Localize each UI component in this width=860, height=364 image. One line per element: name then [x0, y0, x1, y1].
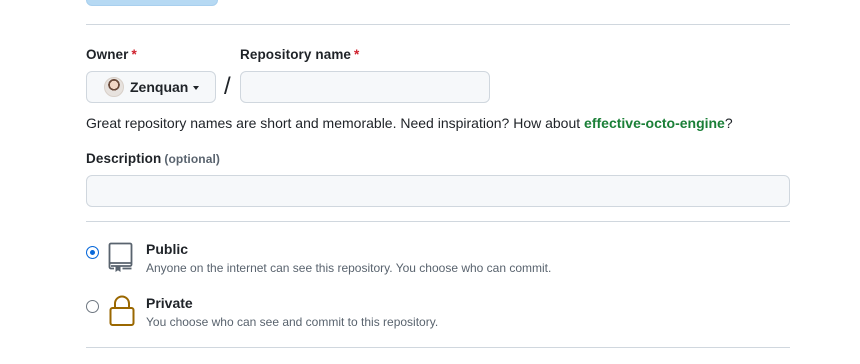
public-radio[interactable] — [86, 246, 99, 259]
repository-name-input[interactable] — [240, 71, 490, 103]
section-divider-middle — [86, 221, 790, 222]
owner-dropdown[interactable]: Zenquan — [86, 71, 216, 103]
private-option-description: You choose who can see and commit to thi… — [146, 315, 439, 329]
chevron-down-icon — [193, 86, 200, 90]
owner-required-mark: * — [131, 47, 137, 62]
owner-label: Owner * — [86, 47, 137, 62]
repo-icon — [108, 242, 133, 272]
top-partial-button[interactable] — [86, 0, 218, 6]
repository-name-required-mark: * — [354, 47, 360, 62]
description-input[interactable] — [86, 175, 790, 207]
section-divider-top — [86, 24, 790, 25]
private-radio[interactable] — [86, 300, 99, 313]
public-option-title: Public — [146, 241, 189, 257]
avatar — [104, 77, 124, 97]
lock-icon — [109, 295, 135, 326]
repository-name-label: Repository name * — [240, 47, 360, 62]
description-optional-note: (optional) — [164, 152, 221, 166]
repository-name-hint: Great repository names are short and mem… — [86, 115, 733, 131]
owner-repo-separator: / — [224, 73, 231, 100]
owner-selected-value: Zenquan — [130, 79, 189, 95]
private-option-title: Private — [146, 295, 193, 311]
description-label: Description (optional) — [86, 151, 221, 166]
public-option-description: Anyone on the internet can see this repo… — [146, 261, 552, 275]
section-divider-bottom — [86, 347, 790, 348]
suggested-name-link[interactable]: effective-octo-engine — [584, 115, 725, 131]
